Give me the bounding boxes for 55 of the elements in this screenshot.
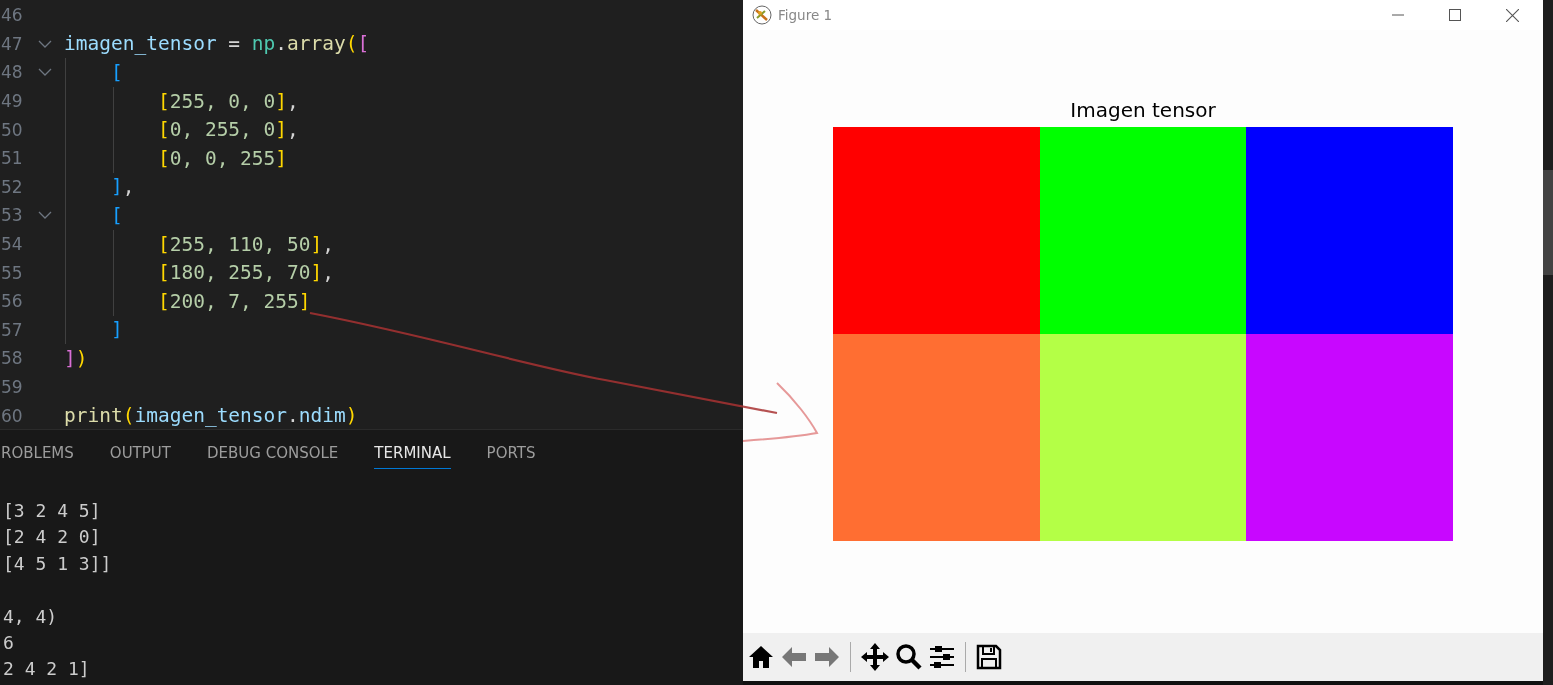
panel-tab[interactable]: TERMINAL: [374, 437, 451, 469]
code-line: ]): [64, 346, 88, 370]
line-number: 58: [0, 348, 24, 369]
line-number: 48: [0, 62, 24, 83]
code-line: [: [109, 203, 123, 227]
panel-tab[interactable]: OUTPUT: [109, 437, 171, 469]
line-number: 46: [0, 5, 24, 26]
maximize-icon[interactable]: [1449, 9, 1461, 21]
home-icon[interactable]: [748, 645, 774, 669]
terminal-output: 6: [3, 631, 14, 653]
line-number: 57: [0, 319, 24, 340]
fold-chevron-icon[interactable]: [37, 211, 52, 220]
close-icon[interactable]: [1506, 8, 1519, 22]
terminal-output: 2 4 2 1]: [3, 658, 90, 680]
code-line: [: [109, 61, 123, 84]
code-line: ]: [109, 318, 123, 342]
scrollbar-thumb[interactable]: [1543, 170, 1553, 275]
forward-arrow-icon[interactable]: [814, 646, 840, 668]
line-number: 54: [0, 234, 24, 255]
fold-chevron-icon[interactable]: [37, 68, 52, 77]
code-line: [255, 110, 50],: [156, 232, 335, 256]
fold-chevron-icon[interactable]: [37, 39, 52, 48]
code-line: [0, 255, 0],: [156, 118, 299, 142]
code-line: ],: [109, 175, 135, 199]
figure-icon: [752, 5, 772, 25]
code-line: [180, 255, 70],: [156, 261, 335, 285]
panel-tab[interactable]: ROBLEMS: [1, 437, 74, 469]
terminal-output: [2 4 2 0]: [3, 526, 101, 548]
line-number: 51: [0, 148, 24, 169]
save-icon[interactable]: [976, 644, 1002, 670]
line-number: 59: [0, 377, 24, 397]
line-number: 53: [0, 205, 24, 226]
search-icon[interactable]: [896, 644, 922, 670]
code-line: [200, 7, 255]: [156, 289, 311, 313]
terminal-output: [3 2 4 5]: [3, 500, 101, 521]
window-title: Figure 1: [778, 7, 833, 23]
line-number: 60: [0, 405, 24, 426]
line-number: 49: [0, 91, 24, 112]
code-line: imagen_tensor = np.array([: [64, 32, 370, 56]
line-number: 47: [0, 33, 24, 54]
panel-tab[interactable]: PORTS: [486, 437, 536, 469]
line-number: 50: [0, 119, 24, 140]
code-line: print(imagen_tensor.ndim): [64, 404, 358, 428]
plot-title: Imagen tensor: [1069, 98, 1216, 122]
panel-tab[interactable]: DEBUG CONSOLE: [206, 437, 339, 469]
sliders-icon[interactable]: [929, 645, 955, 669]
terminal-output: 4, 4): [3, 605, 58, 627]
back-arrow-icon[interactable]: [781, 646, 807, 668]
code-line: [0, 0, 255]: [156, 146, 288, 170]
code-line: [255, 0, 0],: [156, 89, 299, 113]
line-number: 52: [0, 176, 24, 197]
move-icon[interactable]: [861, 643, 889, 671]
line-number: 55: [0, 262, 24, 283]
terminal-output: [4 5 1 3]]: [3, 552, 112, 574]
line-number: 56: [0, 291, 24, 312]
